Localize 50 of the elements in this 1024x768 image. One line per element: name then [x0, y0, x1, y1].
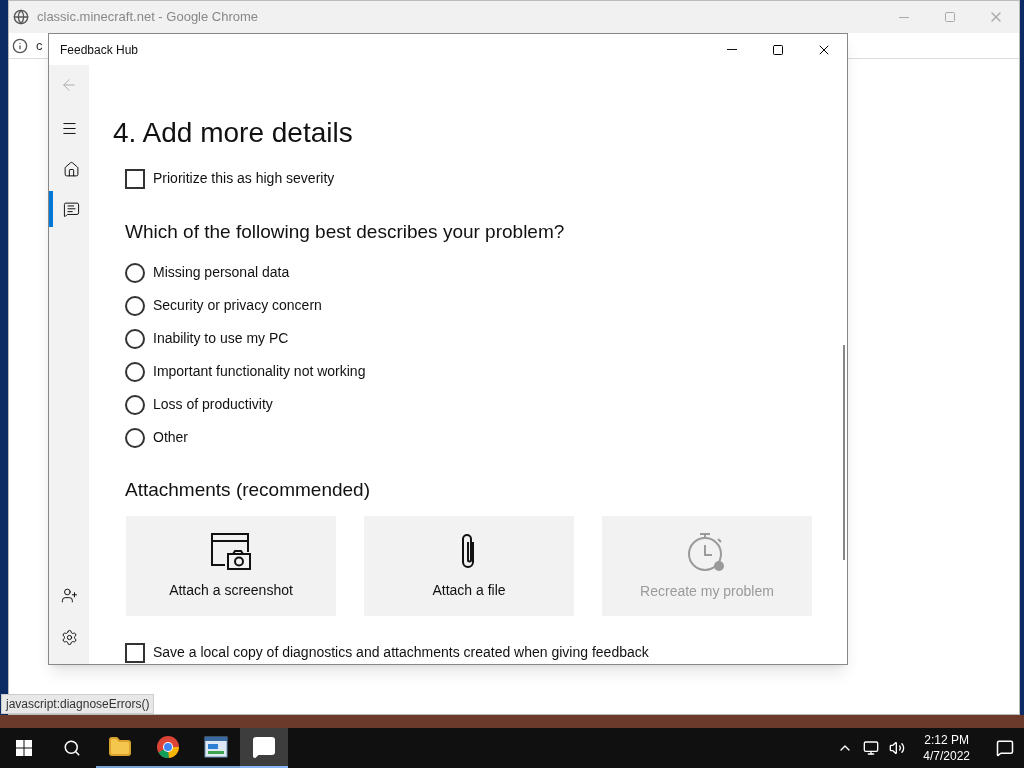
folder-icon — [108, 735, 132, 759]
notification-icon — [996, 739, 1014, 757]
radio-label: Missing personal data — [153, 263, 290, 282]
question-text: Which of the following best describes your problem? — [125, 220, 565, 244]
minimize-icon — [899, 16, 909, 18]
status-bubble: javascript:diagnoseErrors() — [1, 694, 155, 714]
windows-logo-icon — [16, 740, 32, 756]
add-user-icon — [60, 587, 78, 604]
scrollbar-thumb[interactable] — [843, 345, 845, 560]
back-icon — [60, 76, 78, 94]
radio-button[interactable] — [125, 295, 145, 316]
checkbox[interactable] — [125, 168, 145, 189]
app-window-icon — [204, 736, 228, 758]
clock[interactable]: 2:12 PM 4/7/2022 — [915, 732, 978, 764]
radio-label: Other — [153, 428, 188, 447]
search-icon — [63, 739, 81, 757]
attachment-tile[interactable]: Attach a screenshot — [126, 516, 336, 616]
maximize-icon — [772, 43, 784, 56]
attachment-tile[interactable]: Attach a file — [364, 516, 574, 616]
browser-title: classic.minecraft.net - Google Chrome — [37, 8, 259, 27]
checkbox-label: Save a local copy of diagnostics and attachments created when giving feedback — [153, 643, 649, 662]
window-title: Feedback Hub — [60, 41, 139, 59]
minimize-icon — [727, 49, 737, 50]
network-icon — [863, 740, 880, 756]
radio-label: Security or privacy concern — [153, 296, 322, 315]
address-text[interactable]: c — [36, 35, 43, 56]
checkbox[interactable] — [125, 642, 145, 663]
screenshot-icon — [210, 531, 252, 572]
settings-icon — [60, 629, 78, 646]
radio-label: Loss of productivity — [153, 395, 273, 414]
feedback-icon — [252, 735, 276, 759]
radio-button[interactable] — [125, 427, 145, 448]
feedback-icon — [62, 200, 80, 218]
info-icon — [12, 37, 28, 54]
menu-icon — [60, 120, 78, 137]
section-heading: Attachments (recommended) — [125, 478, 370, 502]
radio-button[interactable] — [125, 328, 145, 349]
radio-label: Important functionality not working — [153, 362, 366, 381]
volume-icon — [889, 740, 906, 756]
globe-icon — [13, 9, 29, 25]
radio-button[interactable] — [125, 361, 145, 382]
home-icon — [62, 160, 80, 178]
checkbox-label: Prioritize this as high severity — [153, 169, 335, 188]
page-heading: 4. Add more details — [113, 116, 353, 150]
radio-label: Inability to use my PC — [153, 329, 289, 348]
taskbar-app[interactable] — [240, 728, 288, 768]
maximize-icon — [944, 11, 956, 23]
radio-button[interactable] — [125, 262, 145, 283]
radio-button[interactable] — [125, 394, 145, 415]
browser-icon — [156, 735, 180, 759]
